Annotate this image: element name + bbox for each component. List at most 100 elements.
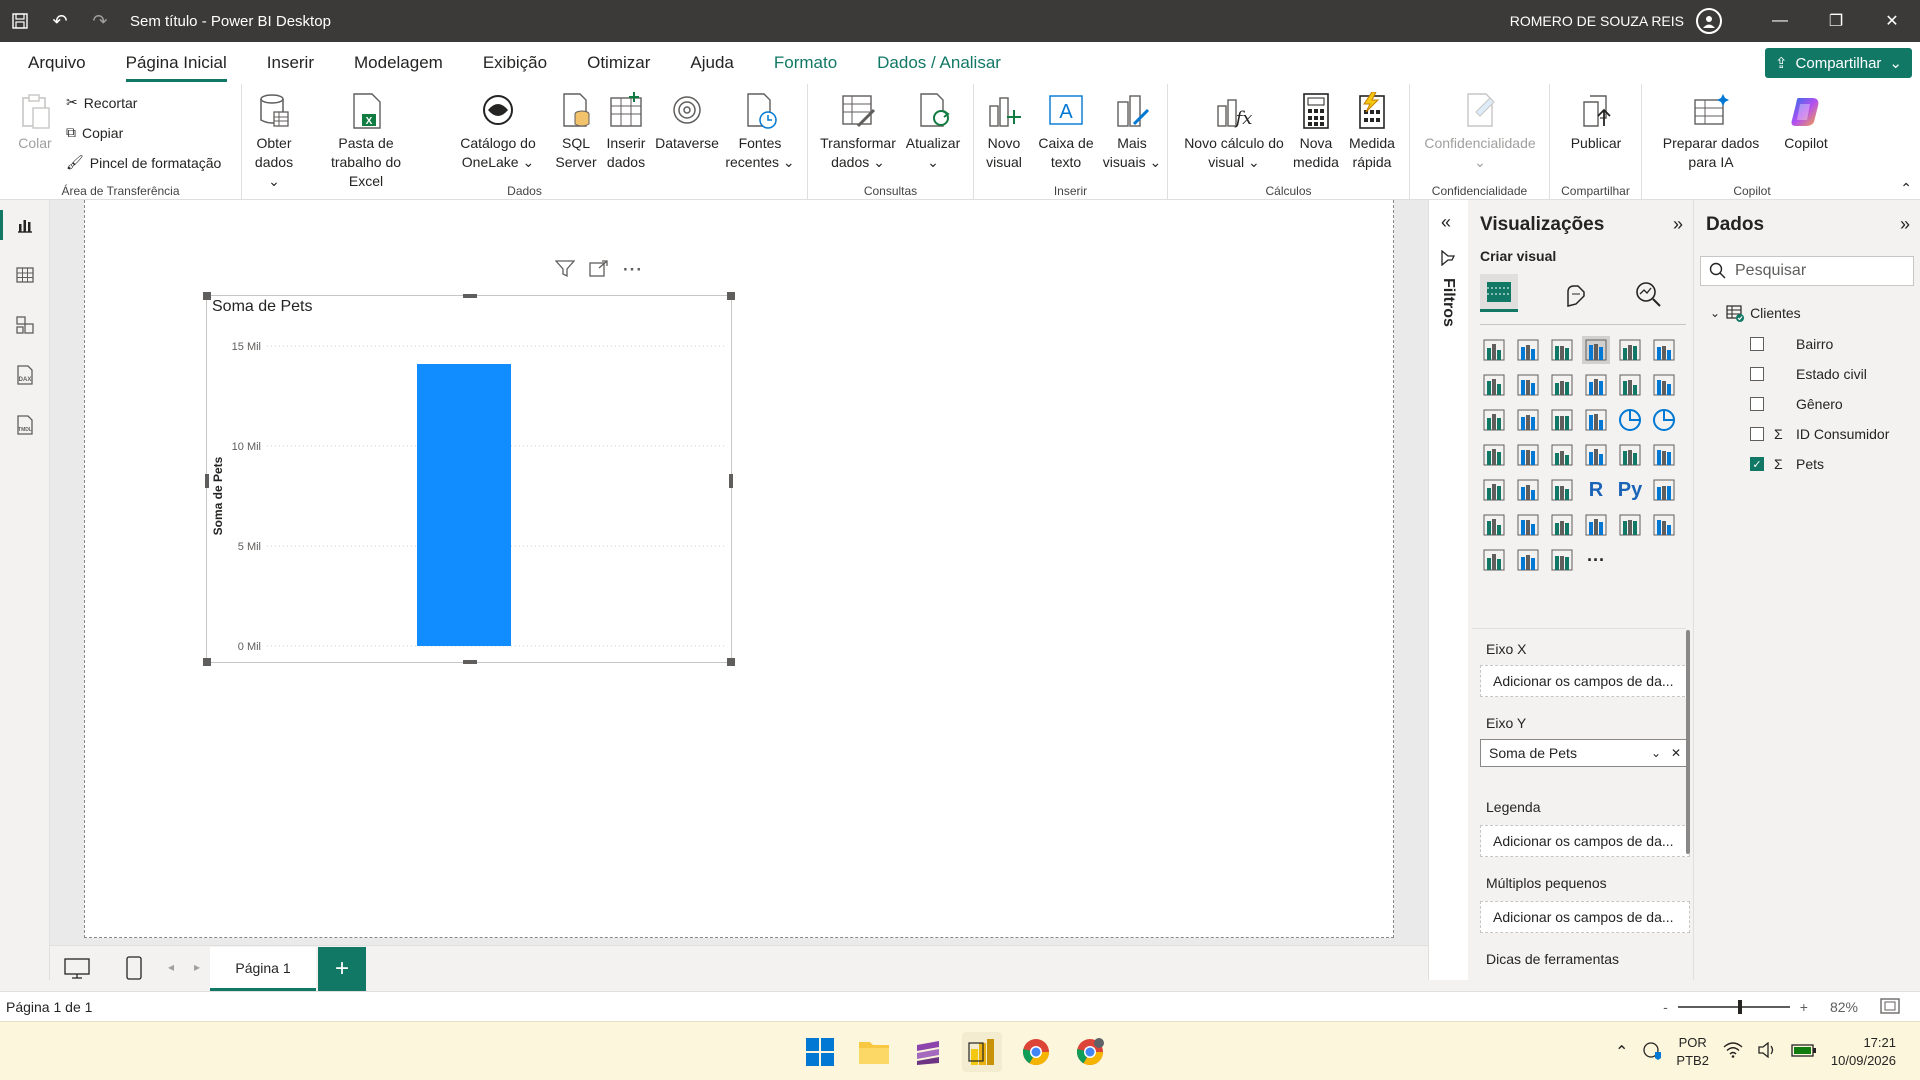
100-area-visual-icon[interactable] bbox=[1582, 371, 1610, 399]
undo-icon[interactable]: ↶ bbox=[40, 0, 80, 42]
chevron-down-icon[interactable]: ⌄ bbox=[1710, 306, 1720, 320]
analytics-tab-icon[interactable] bbox=[1634, 280, 1662, 313]
powerpoint-visual-icon[interactable] bbox=[1548, 546, 1576, 574]
minimize-icon[interactable]: — bbox=[1752, 0, 1808, 42]
collapse-ribbon-icon[interactable]: ⌃ bbox=[1900, 180, 1912, 197]
onelake-button[interactable]: Catálogo do OneLake ⌄ bbox=[452, 92, 544, 172]
field-bairro[interactable]: Bairro bbox=[1750, 336, 1833, 352]
prepare-data-ai-button[interactable]: Preparar dados para IA bbox=[1658, 92, 1764, 172]
stacked-bar-visual-icon[interactable] bbox=[1480, 336, 1508, 364]
chevron-down-icon[interactable]: ⌄ bbox=[1651, 746, 1661, 760]
dataverse-button[interactable]: Dataverse bbox=[654, 92, 720, 153]
tab-otimizar[interactable]: Otimizar bbox=[567, 42, 670, 84]
tab-exibicao[interactable]: Exibição bbox=[463, 42, 567, 84]
quick-measure-button[interactable]: Medida rápida bbox=[1344, 91, 1400, 172]
more-visuals-button[interactable]: Mais visuais ⌄ bbox=[1102, 92, 1162, 172]
desktop-layout-icon[interactable] bbox=[64, 958, 90, 985]
tab-arquivo[interactable]: Arquivo bbox=[0, 42, 106, 84]
table-visual-icon[interactable] bbox=[1514, 476, 1542, 504]
scrollbar[interactable] bbox=[1686, 630, 1690, 854]
mobile-layout-icon[interactable] bbox=[126, 956, 142, 985]
funnel-visual-icon[interactable] bbox=[1548, 406, 1576, 434]
chrome-profile-icon[interactable] bbox=[1070, 1032, 1110, 1072]
100-column-visual-icon[interactable] bbox=[1650, 336, 1678, 364]
model-view-icon[interactable] bbox=[0, 300, 50, 350]
table-clientes[interactable]: ⌄ Clientes bbox=[1710, 304, 1801, 322]
clustered-column-visual-icon[interactable] bbox=[1582, 336, 1610, 364]
add-page-button[interactable]: + bbox=[318, 947, 366, 991]
tab-ajuda[interactable]: Ajuda bbox=[670, 42, 753, 84]
matrix-visual-icon[interactable] bbox=[1548, 476, 1576, 504]
field-id-consumidor[interactable]: Σ ID Consumidor bbox=[1750, 426, 1889, 442]
cut-button[interactable]: ✂ Recortar bbox=[66, 94, 137, 111]
table-view-icon[interactable] bbox=[0, 250, 50, 300]
azure-map-visual-icon[interactable] bbox=[1548, 441, 1576, 469]
transform-data-button[interactable]: Transformar dados ⌄ bbox=[818, 92, 898, 172]
line-column-visual-icon[interactable] bbox=[1616, 371, 1644, 399]
wifi-icon[interactable] bbox=[1723, 1042, 1743, 1061]
line-clustered-column-visual-icon[interactable] bbox=[1650, 371, 1678, 399]
sensitivity-button[interactable]: Confidencialidade ⌄ bbox=[1420, 92, 1540, 172]
report-view-icon[interactable] bbox=[0, 200, 50, 250]
network-shield-icon[interactable] bbox=[1642, 1040, 1662, 1063]
field-checkbox[interactable] bbox=[1750, 337, 1764, 351]
fit-to-page-icon[interactable] bbox=[1880, 997, 1900, 1017]
tab-pagina-inicial[interactable]: Página Inicial bbox=[106, 42, 247, 84]
file-explorer-icon[interactable] bbox=[854, 1032, 894, 1072]
x-axis-well[interactable]: Adicionar os campos de da... bbox=[1480, 665, 1690, 697]
collapse-pane-icon[interactable]: » bbox=[1900, 214, 1910, 235]
stacked-column-visual-icon[interactable] bbox=[1514, 336, 1542, 364]
field-checkbox[interactable] bbox=[1750, 427, 1764, 441]
format-visual-tab-icon[interactable] bbox=[1562, 280, 1590, 313]
small-multiples-well[interactable]: Adicionar os campos de da... bbox=[1480, 901, 1690, 933]
goals-visual-icon[interactable] bbox=[1616, 511, 1644, 539]
redo-icon[interactable]: ↷ bbox=[80, 0, 120, 42]
image-visual-icon[interactable] bbox=[1650, 511, 1678, 539]
save-icon[interactable] bbox=[0, 0, 40, 42]
filters-pane-collapsed[interactable]: « Filtros bbox=[1428, 200, 1468, 980]
field-checkbox[interactable] bbox=[1750, 397, 1764, 411]
close-icon[interactable]: ✕ bbox=[1864, 0, 1920, 42]
format-painter-button[interactable]: 🖌 Pincel de formatação bbox=[66, 154, 221, 171]
get-data-button[interactable]: Obter dados ⌄ bbox=[252, 92, 296, 191]
field-checkbox[interactable]: ✓ bbox=[1750, 457, 1764, 471]
donut-visual-icon[interactable] bbox=[1650, 406, 1678, 434]
report-page[interactable]: ··· Soma de Pets 0 Mil 5 Mil 10 Mil 15 Mil S… bbox=[84, 200, 1394, 938]
battery-icon[interactable] bbox=[1791, 1042, 1817, 1061]
avatar[interactable] bbox=[1696, 8, 1722, 34]
tab-modelagem[interactable]: Modelagem bbox=[334, 42, 463, 84]
page-tab-1[interactable]: Página 1 bbox=[210, 947, 316, 991]
zoom-out-icon[interactable]: - bbox=[1663, 999, 1668, 1015]
column-chart-visual[interactable]: Soma de Pets 0 Mil 5 Mil 10 Mil 15 Mil Soma … bbox=[203, 292, 735, 666]
python-visual-visual-icon[interactable]: Py bbox=[1616, 476, 1644, 504]
field-estado-civil[interactable]: Estado civil bbox=[1750, 366, 1867, 382]
user-name[interactable]: ROMERO DE SOUZA REIS bbox=[1510, 13, 1684, 29]
chrome-icon[interactable] bbox=[1016, 1032, 1056, 1072]
scatter-visual-icon[interactable] bbox=[1582, 406, 1610, 434]
zoom-in-icon[interactable]: + bbox=[1800, 999, 1808, 1015]
remove-field-icon[interactable]: ✕ bbox=[1671, 746, 1681, 760]
new-visual-button[interactable]: Novo visual bbox=[982, 92, 1026, 172]
scroll-right-icon[interactable]: ▸ bbox=[194, 960, 200, 974]
excel-button[interactable]: X Pasta de trabalho do Excel bbox=[312, 92, 420, 191]
ribbon-visual-icon[interactable] bbox=[1480, 406, 1508, 434]
power-apps-visual-icon[interactable] bbox=[1480, 546, 1508, 574]
copy-button[interactable]: ⧉ Copiar bbox=[66, 124, 123, 141]
pie-visual-icon[interactable] bbox=[1616, 406, 1644, 434]
area-visual-icon[interactable] bbox=[1514, 371, 1542, 399]
input-language[interactable]: POR PTB2 bbox=[1676, 1034, 1709, 1070]
maximize-icon[interactable]: ❐ bbox=[1808, 0, 1864, 42]
field-pets[interactable]: ✓ Σ Pets bbox=[1750, 456, 1824, 472]
power-bi-icon[interactable] bbox=[962, 1031, 1002, 1072]
clock[interactable]: 17:21 10/09/2026 bbox=[1831, 1034, 1896, 1070]
dax-query-view-icon[interactable]: DAX bbox=[0, 350, 50, 400]
refresh-button[interactable]: Atualizar ⌄ bbox=[902, 92, 964, 172]
key-influencers-visual-icon[interactable] bbox=[1650, 476, 1678, 504]
kpi-visual-icon[interactable] bbox=[1650, 441, 1678, 469]
gauge-visual-icon[interactable] bbox=[1582, 441, 1610, 469]
waterfall-visual-icon[interactable] bbox=[1514, 406, 1542, 434]
tab-inserir[interactable]: Inserir bbox=[247, 42, 334, 84]
tmdl-view-icon[interactable]: TMDL bbox=[0, 400, 50, 450]
share-button[interactable]: ⇪ Compartilhar ⌄ bbox=[1764, 48, 1912, 78]
publish-button[interactable]: Publicar bbox=[1558, 92, 1634, 153]
